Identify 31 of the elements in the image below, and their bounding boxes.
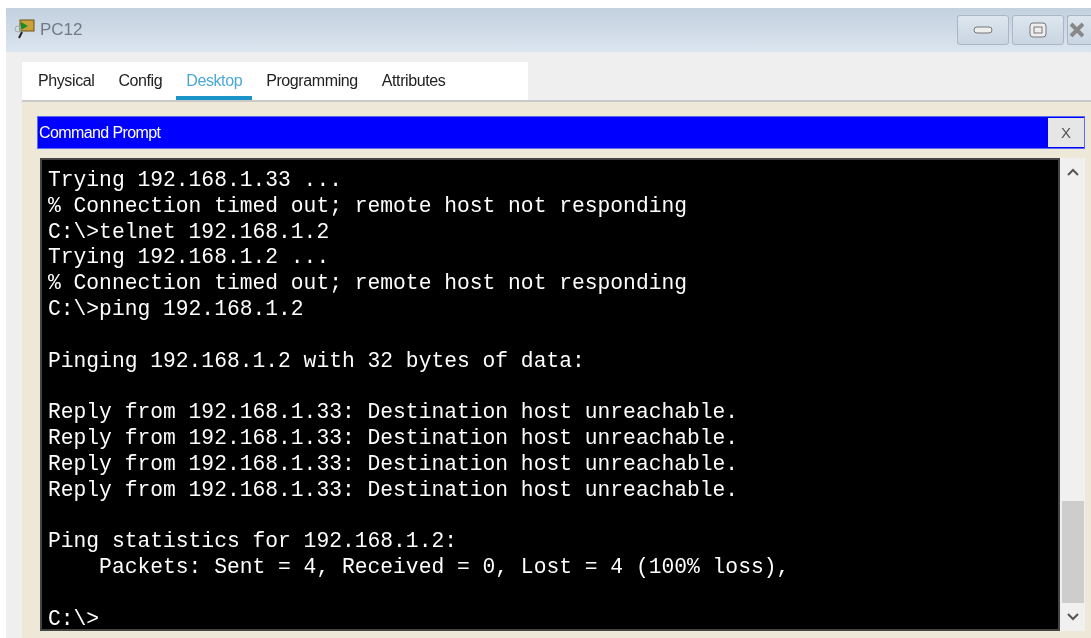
scrollbar[interactable] (1060, 158, 1085, 631)
tab[interactable]: Attributes (371, 72, 456, 100)
terminal-line: % Connection timed out; remote host not responding (48, 271, 688, 297)
minimize-button[interactable] (957, 15, 1009, 45)
tab[interactable]: Config (108, 72, 173, 100)
close-button[interactable] (1067, 15, 1091, 45)
terminal-line: Reply from 192.168.1.33: Destination host unreachable. (48, 400, 740, 426)
terminal-line: Reply from 192.168.1.33: Destination host unreachable. (48, 425, 740, 452)
scroll-up-icon (1066, 168, 1079, 176)
terminal-line: Reply from 192.168.1.33: Destination host unreachable. (48, 451, 740, 478)
terminal-line: Reply from 192.168.1.33: Destination host unreachable. (48, 477, 740, 504)
maximize-icon (1029, 22, 1047, 38)
tab[interactable]: Programming (256, 72, 368, 100)
terminal-line: Ping statistics for 192.168.1.2: (48, 529, 458, 555)
app-title: Command Prompt (38, 123, 162, 142)
terminal-line: C:\> (48, 606, 101, 629)
scroll-thumb[interactable] (1061, 501, 1084, 603)
close-icon (1068, 21, 1084, 39)
scroll-down-icon (1066, 613, 1079, 621)
maximize-button[interactable] (1012, 15, 1064, 45)
terminal-line: Pinging 192.168.1.2 with 32 bytes of data: (48, 348, 586, 375)
minimize-icon (973, 26, 993, 34)
terminal-line: C:\>ping 192.168.1.2 (48, 297, 305, 323)
terminal-line: Trying 192.168.1.33 ... (48, 168, 343, 194)
terminal-line: C:\>telnet 192.168.1.2 (48, 219, 331, 246)
app-close-button[interactable]: X (1048, 118, 1084, 147)
terminal-line: Packets: Sent = 4, Received = 0, Lost = 4 (100% loss), (98, 554, 791, 581)
window-title: PC12 (40, 20, 84, 40)
tab[interactable]: Physical (28, 72, 105, 100)
terminal-line: Trying 192.168.1.2 ... (48, 245, 331, 272)
terminal-line: % Connection timed out; remote host not responding (48, 193, 688, 220)
